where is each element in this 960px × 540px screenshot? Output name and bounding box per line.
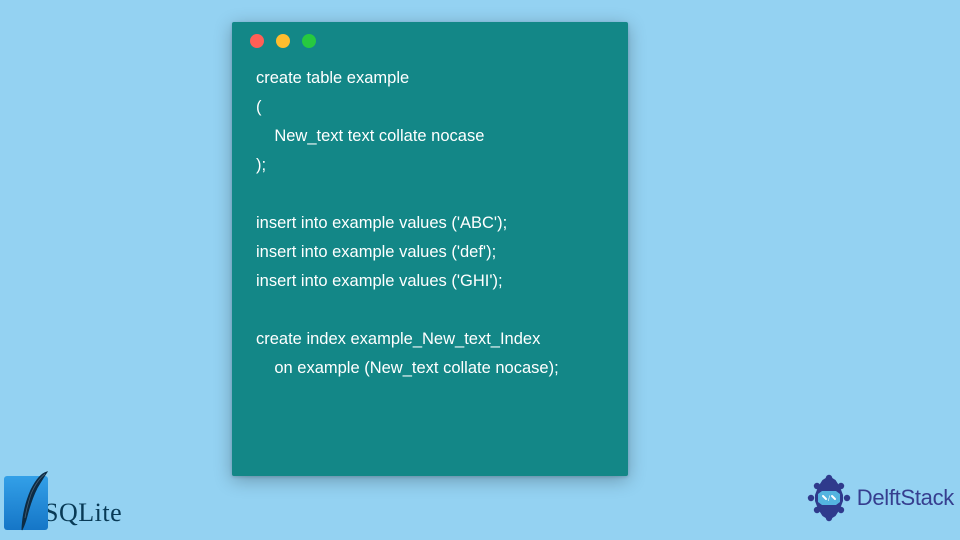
svg-text:/: / bbox=[828, 496, 830, 503]
sqlite-label: SQLite bbox=[44, 498, 122, 528]
sqlite-logo: SQLite bbox=[4, 476, 122, 530]
delftstack-emblem-icon: / bbox=[805, 474, 853, 522]
delftstack-label: DelftStack bbox=[857, 485, 954, 511]
delftstack-logo: / DelftStack bbox=[805, 474, 954, 522]
minimize-icon[interactable] bbox=[276, 34, 290, 48]
titlebar bbox=[232, 22, 628, 56]
sqlite-box-icon bbox=[4, 476, 48, 530]
code-window: create table example ( New_text text col… bbox=[232, 22, 628, 476]
feather-icon bbox=[7, 470, 53, 532]
close-icon[interactable] bbox=[250, 34, 264, 48]
zoom-icon[interactable] bbox=[302, 34, 316, 48]
code-block: create table example ( New_text text col… bbox=[232, 56, 628, 401]
